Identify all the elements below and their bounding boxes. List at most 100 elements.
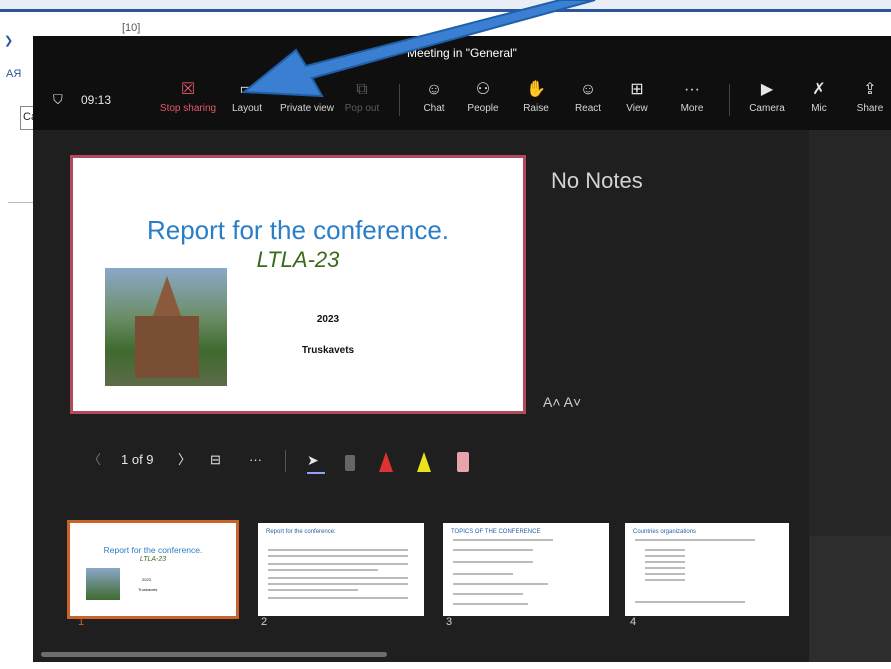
thumbnail-number: 3 <box>446 616 453 628</box>
text-line <box>453 549 533 551</box>
thumbnail-number: 2 <box>261 616 268 628</box>
text-line <box>635 601 745 603</box>
text-line <box>645 561 685 563</box>
timer-text: 09:13 <box>81 93 112 107</box>
controls-divider <box>285 450 286 472</box>
layout-button[interactable]: ▭ Layout <box>227 78 267 126</box>
chat-button[interactable]: ☺ Chat <box>416 78 452 126</box>
current-slide: Report for the conference. LTLA-23 2023 … <box>70 155 526 414</box>
eye-icon: ◎ <box>300 81 314 98</box>
side-panel-lower <box>809 536 891 662</box>
thumbnail-subtitle: LTLA-23 <box>139 556 167 563</box>
red-pen-icon[interactable] <box>379 452 393 472</box>
text-line <box>268 583 408 585</box>
text-line <box>645 549 685 551</box>
slide-title: Report for the conference. <box>146 215 450 245</box>
shield-icon: ⛉ <box>53 92 63 107</box>
church-wall <box>135 316 199 378</box>
pointer-tool-icon[interactable]: ➤ <box>307 446 319 474</box>
toolbar-divider <box>729 84 730 116</box>
grid-icon: ⊞ <box>630 81 644 98</box>
text-line <box>453 573 513 575</box>
thumbnail-year: 2023 <box>142 577 151 582</box>
more-icon: ··· <box>684 81 700 98</box>
thumbnail-title: Report for the conference: <box>266 529 336 535</box>
pop-out-icon: ⧉ <box>356 81 368 98</box>
font-size-controls[interactable]: A˄ A˅ <box>543 394 581 410</box>
people-icon: ⚇ <box>475 81 491 98</box>
previous-slide-button[interactable]: 〈 <box>88 446 101 474</box>
text-line <box>645 573 685 575</box>
background-divider <box>8 202 34 203</box>
text-line <box>645 567 685 569</box>
text-line <box>453 593 523 595</box>
more-options-icon[interactable]: ··· <box>249 446 262 474</box>
pop-out-button[interactable]: ⧉ Pop out <box>342 78 382 126</box>
highlighter-icon[interactable] <box>417 452 431 472</box>
meeting-timer: ⛉ 09:13 <box>53 92 111 108</box>
church-spire <box>153 276 181 316</box>
meeting-toolbar: ⛉ 09:13 ☒ Stop sharing ▭ Layout ◎ Private vi… <box>33 74 891 130</box>
laser-tool-icon[interactable] <box>345 455 355 471</box>
text-line <box>268 597 408 599</box>
text-line <box>453 583 548 585</box>
react-button[interactable]: ☺ React <box>570 78 606 126</box>
horizontal-scrollbar[interactable] <box>41 652 387 657</box>
text-line <box>268 549 408 551</box>
teams-meeting-window: Meeting in "General" ⛉ 09:13 ☒ Stop sharin… <box>33 36 891 662</box>
thumbnail-title: TOPICS OF THE CONFERENCE <box>451 529 541 535</box>
text-line <box>453 561 533 563</box>
stop-sharing-button[interactable]: ☒ Stop sharing <box>155 78 221 126</box>
slide-thumbnail-4[interactable]: Countries organizations <box>625 523 789 616</box>
pointer-active-indicator <box>307 472 325 474</box>
smiley-icon: ☺ <box>579 81 597 98</box>
camera-button[interactable]: ▶ Camera <box>745 78 789 126</box>
layout-icon: ▭ <box>239 81 255 98</box>
speaker-notes: No Notes <box>551 168 643 193</box>
background-arrow-icon: ❯ <box>4 35 14 47</box>
mic-off-icon: ✗ <box>812 81 826 98</box>
text-line <box>268 589 358 591</box>
private-view-button[interactable]: ◎ Private view <box>276 78 338 126</box>
eraser-icon[interactable] <box>457 452 469 472</box>
text-line <box>268 577 408 579</box>
thumbnail-number: 1 <box>78 616 85 628</box>
text-line <box>453 539 553 541</box>
church-photo <box>105 268 227 386</box>
slide-thumbnail-1[interactable]: Report for the conference. LTLA-23 2023 … <box>67 520 239 619</box>
thumbnail-title: Report for the conference. <box>103 545 203 555</box>
background-tab-number: [10] <box>122 22 141 34</box>
grid-view-icon[interactable]: ⊟ <box>210 446 221 474</box>
slide-thumbnail-2[interactable]: Report for the conference: <box>258 523 424 616</box>
text-line <box>645 579 685 581</box>
slide-year: 2023 <box>316 314 340 325</box>
hand-icon: ✋ <box>526 81 546 98</box>
raise-hand-button[interactable]: ✋ Raise <box>518 78 554 126</box>
text-line <box>268 555 408 557</box>
slide-thumbnail-3[interactable]: TOPICS OF THE CONFERENCE <box>443 523 609 616</box>
share-icon: ⇪ <box>863 81 877 98</box>
background-label: АЯ <box>6 68 22 80</box>
thumbnail-place: Truskavets <box>138 587 158 592</box>
share-button[interactable]: ⇪ Share <box>851 78 889 126</box>
camera-off-icon: ▶ <box>760 81 774 98</box>
text-line <box>268 563 408 565</box>
text-line <box>268 569 378 571</box>
view-button[interactable]: ⊞ View <box>620 78 654 126</box>
slide-place: Truskavets <box>301 345 355 356</box>
background-ribbon <box>0 0 891 12</box>
thumbnail-number: 4 <box>630 616 637 628</box>
people-button[interactable]: ⚇ People <box>463 78 503 126</box>
mic-button[interactable]: ✗ Mic <box>803 78 835 126</box>
chat-icon: ☺ <box>425 81 443 98</box>
text-line <box>453 603 528 605</box>
stop-share-icon: ☒ <box>180 81 196 98</box>
text-line <box>635 539 755 541</box>
toolbar-divider <box>399 84 400 116</box>
next-slide-button[interactable]: 〉 <box>178 446 191 474</box>
more-button[interactable]: ··· More <box>673 78 711 126</box>
text-line <box>645 555 685 557</box>
thumbnail-photo <box>86 568 120 600</box>
window-title: Meeting in "General" <box>33 36 891 74</box>
slide-counter: 1 of 9 <box>121 452 154 467</box>
